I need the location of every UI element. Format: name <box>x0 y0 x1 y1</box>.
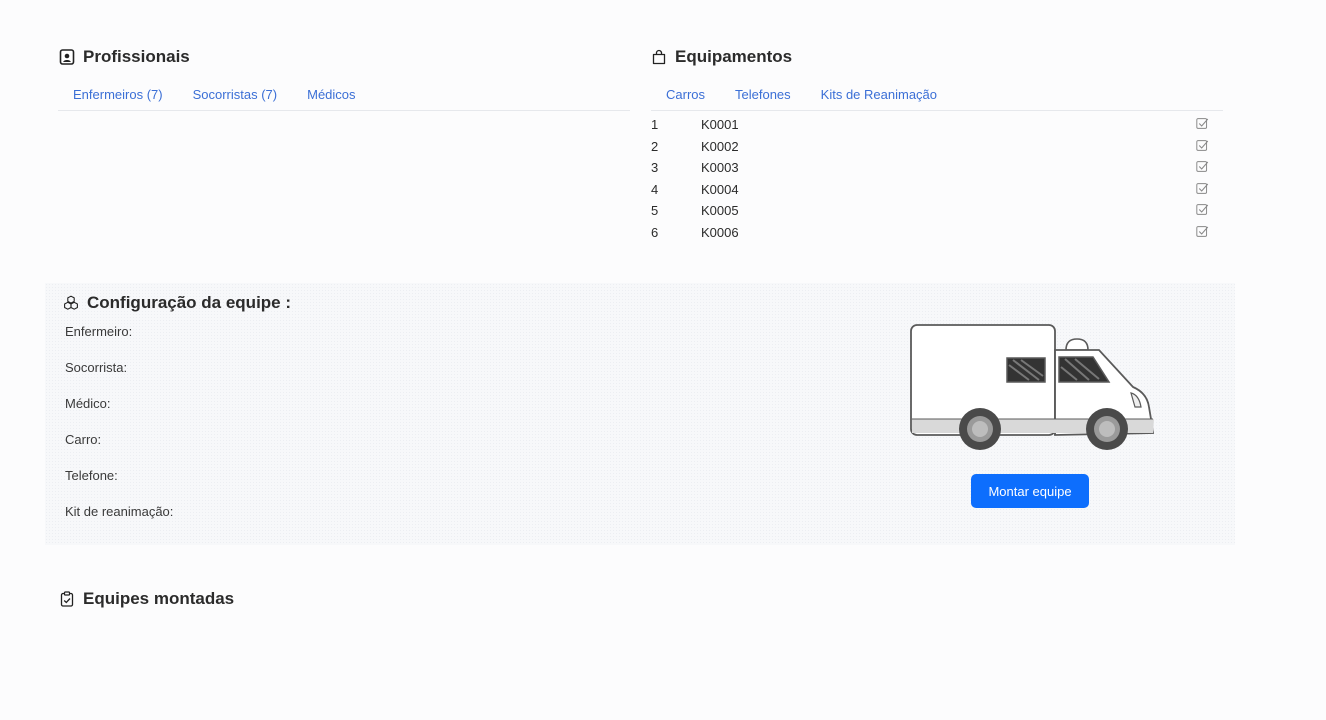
config-title-text: Configuração da equipe : <box>87 293 292 312</box>
kit-code: K0001 <box>701 117 739 132</box>
list-item[interactable]: 6 K0006 <box>651 222 1213 244</box>
kit-code: K0003 <box>701 160 739 176</box>
field-carro: Carro: <box>65 432 102 447</box>
tab-carros[interactable]: Carros <box>651 87 720 110</box>
kit-index: 5 <box>651 203 659 219</box>
list-item[interactable]: 5 K0005 <box>651 200 1213 222</box>
field-telefone: Telefone: <box>65 468 118 483</box>
equipes-montadas-title: Equipes montadas <box>59 589 234 609</box>
tab-socorristas[interactable]: Socorristas (7) <box>178 87 293 110</box>
equipes-montadas-title-text: Equipes montadas <box>83 589 235 608</box>
kit-code: K0006 <box>701 224 739 240</box>
kit-index: 2 <box>651 138 659 154</box>
team-config-panel: Configuração da equipe : Enfermeiro: Soc… <box>45 283 1235 545</box>
tab-enfermeiros[interactable]: Enfermeiros (7) <box>58 87 178 110</box>
kit-list: 1 K0001 2 K0002 3 K0003 4 K0004 5 K0005 … <box>651 114 1213 244</box>
profissionais-tabs: Enfermeiros (7) Socorristas (7) Médicos <box>58 87 630 111</box>
kit-code: K0005 <box>701 203 739 219</box>
list-item[interactable]: 3 K0003 <box>651 157 1213 179</box>
field-kit-reanimacao: Kit de reanimação: <box>65 504 174 519</box>
list-item[interactable]: 1 K0001 <box>651 114 1213 136</box>
field-socorrista: Socorrista: <box>65 360 128 375</box>
kit-index: 4 <box>651 181 659 197</box>
check-square-icon[interactable] <box>1196 160 1209 173</box>
tab-telefones[interactable]: Telefones <box>720 87 806 110</box>
check-square-icon[interactable] <box>1196 182 1209 195</box>
tab-medicos[interactable]: Médicos <box>292 87 370 110</box>
check-square-icon[interactable] <box>1196 117 1209 130</box>
kit-code: K0004 <box>701 181 739 197</box>
kit-index: 6 <box>651 224 659 240</box>
montar-equipe-button[interactable]: Montar equipe <box>971 474 1089 508</box>
kit-index: 1 <box>651 117 659 132</box>
clipboard-check-icon <box>60 591 74 607</box>
equipamentos-title: Equipamentos <box>651 47 792 67</box>
check-square-icon[interactable] <box>1196 225 1209 238</box>
ambulance-illustration <box>910 324 1155 450</box>
kit-code: K0002 <box>701 138 739 154</box>
list-item[interactable]: 2 K0002 <box>651 136 1213 158</box>
config-title: Configuração da equipe : <box>63 293 291 313</box>
check-square-icon[interactable] <box>1196 139 1209 152</box>
tab-kits-reanimacao[interactable]: Kits de Reanimação <box>806 87 952 110</box>
field-medico: Médico: <box>65 396 111 411</box>
field-enfermeiro: Enfermeiro: <box>65 324 133 339</box>
bag-icon <box>652 49 666 65</box>
equipamentos-title-text: Equipamentos <box>675 47 793 66</box>
kit-index: 3 <box>651 160 659 176</box>
equipamentos-tabs: Carros Telefones Kits de Reanimação <box>651 87 1223 111</box>
check-square-icon[interactable] <box>1196 203 1209 216</box>
person-badge-icon <box>59 49 75 65</box>
boxes-icon <box>64 295 78 310</box>
profissionais-title-text: Profissionais <box>83 47 190 66</box>
profissionais-title: Profissionais <box>59 47 190 67</box>
list-item[interactable]: 4 K0004 <box>651 179 1213 201</box>
